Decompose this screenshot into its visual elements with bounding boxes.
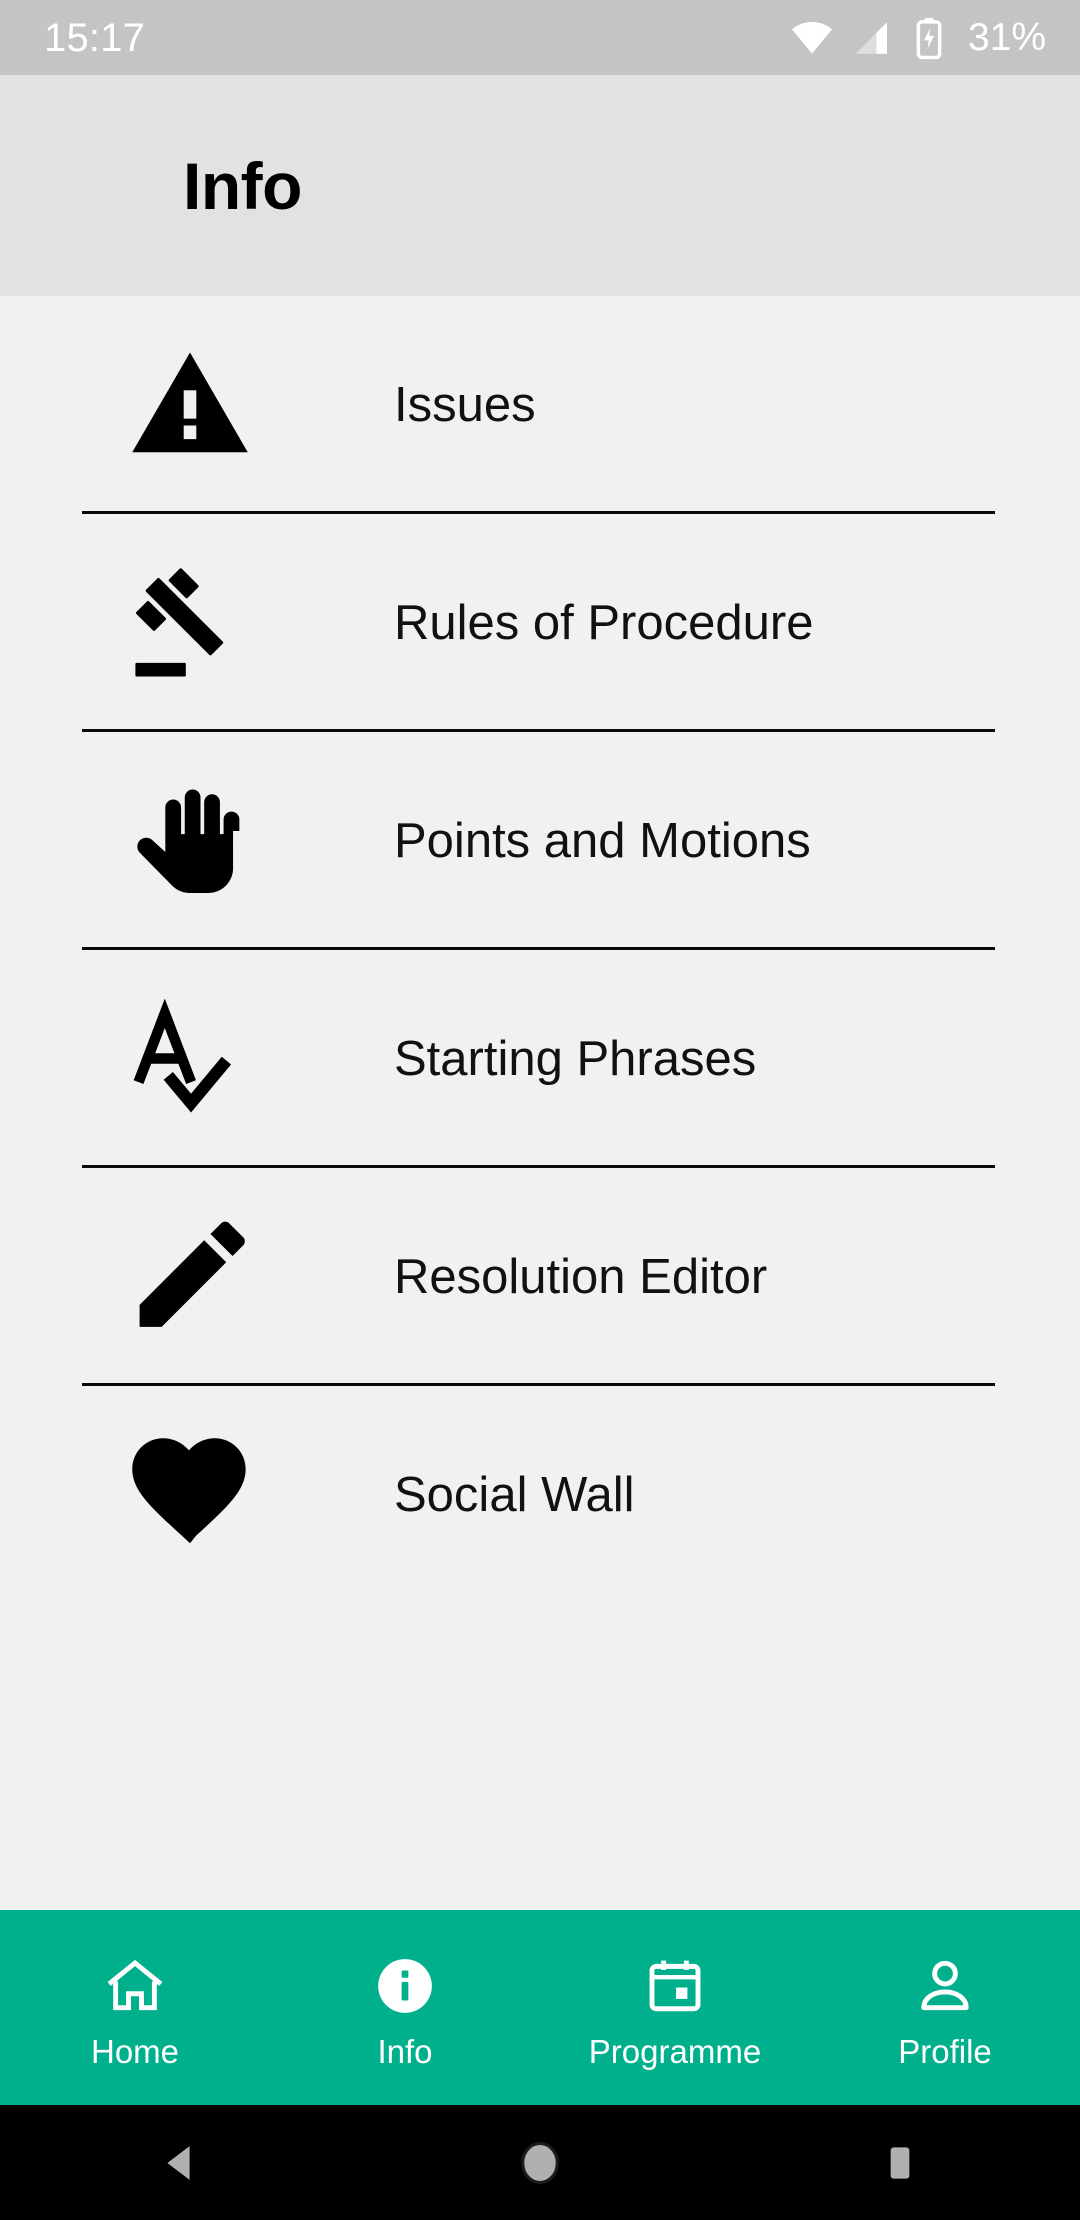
- heart-icon: [124, 1429, 256, 1561]
- list-item-label: Social Wall: [394, 1467, 635, 1522]
- gavel-icon: [124, 557, 256, 689]
- recents-button[interactable]: [810, 2105, 990, 2220]
- triangle-back-icon: [157, 2140, 203, 2186]
- list-item-resolution-editor[interactable]: Resolution Editor: [0, 1168, 1080, 1386]
- back-button[interactable]: [90, 2105, 270, 2220]
- bottom-tab-bar: Home Info Programme Profile: [0, 1910, 1080, 2105]
- list-item-label: Resolution Editor: [394, 1249, 768, 1304]
- info-icon: [374, 1955, 436, 2017]
- status-icons: 31%: [790, 16, 1046, 60]
- list-item-label: Rules of Procedure: [394, 595, 814, 650]
- content-area: Issues Rules of Procedure Points and Mot…: [0, 296, 1080, 1910]
- tab-label: Info: [377, 2033, 433, 2070]
- list-item-label: Starting Phrases: [394, 1031, 757, 1086]
- status-time: 15:17: [44, 15, 146, 60]
- page-title: Info: [183, 148, 302, 223]
- tab-label: Programme: [588, 2033, 762, 2070]
- tab-label: Profile: [898, 2033, 992, 2070]
- warning-triangle-icon: [124, 339, 256, 471]
- phone-screen: 15:17 31% Info Issues Rules of Procedure…: [0, 0, 1080, 2220]
- square-recents-icon: [880, 2143, 920, 2183]
- app-bar: Info: [0, 75, 1080, 296]
- list-item-issues[interactable]: Issues: [0, 296, 1080, 514]
- battery-charging-icon: [912, 16, 946, 60]
- list-item-label: Issues: [394, 377, 536, 432]
- status-bar: 15:17 31%: [0, 0, 1080, 75]
- battery-percent-text: 31%: [967, 16, 1046, 59]
- android-nav-bar: [0, 2105, 1080, 2220]
- list-item-points-and-motions[interactable]: Points and Motions: [0, 732, 1080, 950]
- tab-label: Home: [90, 2033, 180, 2070]
- circle-home-icon: [517, 2140, 563, 2186]
- raised-hand-icon: [124, 775, 256, 907]
- wifi-icon: [790, 16, 834, 60]
- tab-info[interactable]: Info: [270, 1910, 540, 2105]
- list-item-rules-of-procedure[interactable]: Rules of Procedure: [0, 514, 1080, 732]
- home-icon: [104, 1955, 166, 2017]
- list-item-label: Points and Motions: [394, 813, 811, 868]
- list-item-social-wall[interactable]: Social Wall: [0, 1386, 1080, 1604]
- cellular-signal-icon: [852, 17, 894, 59]
- list-item-starting-phrases[interactable]: Starting Phrases: [0, 950, 1080, 1168]
- person-icon: [914, 1955, 976, 2017]
- tab-programme[interactable]: Programme: [540, 1910, 810, 2105]
- calendar-icon: [644, 1955, 706, 2017]
- info-list: Issues Rules of Procedure Points and Mot…: [0, 296, 1080, 1604]
- tab-profile[interactable]: Profile: [810, 1910, 1080, 2105]
- tab-home[interactable]: Home: [0, 1910, 270, 2105]
- pencil-icon: [124, 1211, 256, 1343]
- spellcheck-icon: [124, 993, 256, 1125]
- home-button[interactable]: [450, 2105, 630, 2220]
